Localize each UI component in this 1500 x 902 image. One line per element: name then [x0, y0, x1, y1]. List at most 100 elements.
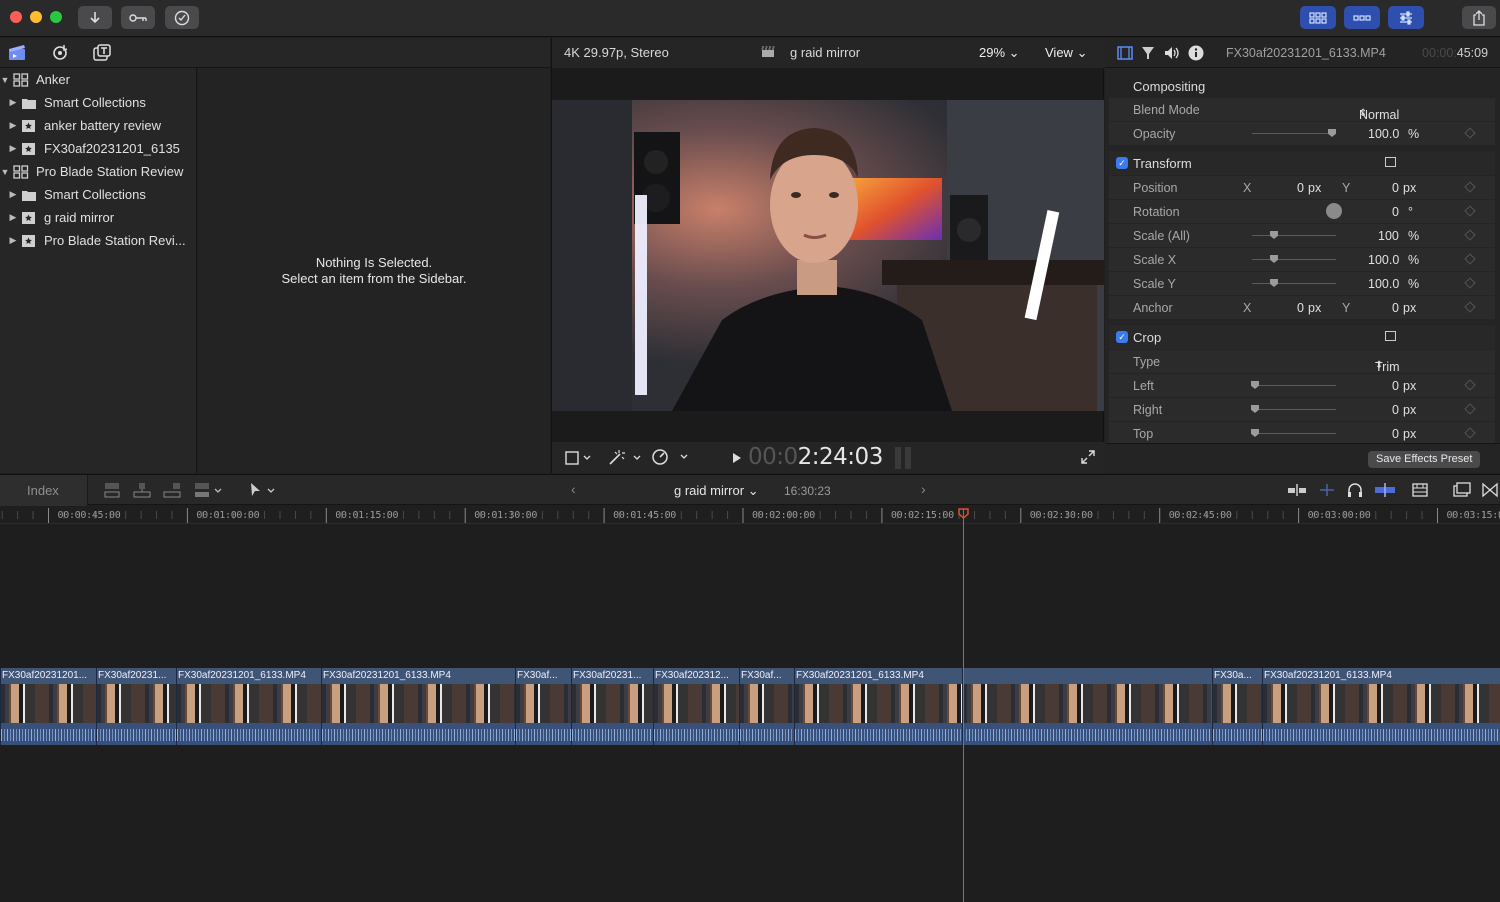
crop-right-slider[interactable] [1251, 405, 1336, 413]
skimming-button[interactable] [1287, 483, 1307, 497]
sidebar-library[interactable]: ▼ Pro Blade Station Review [0, 160, 197, 183]
sidebar-library[interactable]: ▼ Anker [0, 68, 197, 91]
scale-all-value[interactable]: 100 [1378, 229, 1399, 243]
timeline-clip[interactable]: FX30af20231201_6133.MP4 [176, 668, 321, 745]
sidebar-event[interactable]: ▶ g raid mirror [0, 206, 197, 229]
opacity-value[interactable]: 100.0 [1368, 127, 1399, 141]
show-inspector-button[interactable] [1388, 6, 1424, 29]
scale-y-value[interactable]: 100.0 [1368, 277, 1399, 291]
keywords-button[interactable] [121, 6, 155, 29]
share-button[interactable] [1462, 6, 1496, 29]
show-browser-button[interactable] [1300, 6, 1336, 29]
rotation-value[interactable]: 0 [1392, 205, 1399, 219]
history-back-button[interactable]: ‹ [571, 481, 576, 497]
view-menu[interactable]: View ⌄ [1045, 45, 1087, 61]
solo-button[interactable] [1347, 482, 1363, 498]
playhead-handle-icon[interactable] [958, 508, 969, 519]
scale-y-keyframe-icon[interactable] [1464, 277, 1476, 289]
close-window-button[interactable] [10, 11, 22, 23]
audio-inspector-tab[interactable] [1164, 46, 1180, 60]
import-button[interactable] [78, 6, 112, 29]
rotation-keyframe-icon[interactable] [1464, 205, 1476, 217]
insert-clip-button[interactable] [133, 481, 151, 499]
rotation-dial[interactable] [1326, 203, 1342, 219]
disclosure-closed-icon[interactable]: ▶ [8, 97, 18, 108]
connect-clip-button[interactable] [103, 481, 121, 499]
timeline-clip[interactable]: FX30af202312... [653, 668, 739, 745]
scale-all-slider[interactable] [1252, 231, 1336, 239]
crop-onscreen-icon[interactable] [1385, 331, 1396, 341]
timecode-display[interactable]: 00:02:24:03 [748, 444, 883, 470]
scale-y-slider[interactable] [1252, 279, 1336, 287]
sidebar-smart-collections[interactable]: ▶ Smart Collections [0, 91, 197, 114]
fullscreen-button[interactable] [1081, 450, 1095, 464]
transform-checkbox[interactable]: ✓ [1116, 157, 1128, 169]
zoom-window-button[interactable] [50, 11, 62, 23]
zoom-menu[interactable]: 29% ⌄ [979, 45, 1020, 61]
effects-browser-button[interactable] [1453, 482, 1471, 498]
timeline-clip[interactable]: FX30af... [739, 668, 794, 745]
anchor-x-value[interactable]: 0 [1297, 301, 1304, 315]
background-tasks-button[interactable] [165, 6, 199, 29]
show-timeline-button[interactable] [1344, 6, 1380, 29]
crop-top-value[interactable]: 0 [1392, 427, 1399, 441]
timeline-clip[interactable]: FX30af20231201... [0, 668, 96, 745]
audio-skimming-button[interactable] [1318, 483, 1336, 497]
anchor-y-value[interactable]: 0 [1392, 301, 1399, 315]
overwrite-clip-button[interactable] [193, 481, 225, 499]
crop-right-value[interactable]: 0 [1392, 403, 1399, 417]
crop-left-keyframe-icon[interactable] [1464, 379, 1476, 391]
scale-x-slider[interactable] [1252, 255, 1336, 263]
transform-section[interactable]: ✓ Transform [1109, 151, 1495, 175]
crop-left-value[interactable]: 0 [1392, 379, 1399, 393]
position-y-value[interactable]: 0 [1392, 181, 1399, 195]
clip-appearance-button[interactable] [1412, 482, 1428, 498]
snapping-button[interactable] [1374, 482, 1396, 498]
timeline-clip[interactable] [962, 668, 1212, 745]
disclosure-open-icon[interactable]: ▼ [0, 167, 10, 177]
enhance-button[interactable] [607, 448, 641, 466]
disclosure-closed-icon[interactable]: ▶ [8, 120, 18, 131]
scale-x-keyframe-icon[interactable] [1464, 253, 1476, 265]
opacity-keyframe-icon[interactable] [1464, 127, 1476, 139]
crop-top-keyframe-icon[interactable] [1464, 427, 1476, 439]
transform-onscreen-icon[interactable] [1385, 157, 1396, 167]
position-x-value[interactable]: 0 [1297, 181, 1304, 195]
scale-all-keyframe-icon[interactable] [1464, 229, 1476, 241]
position-keyframe-icon[interactable] [1464, 181, 1476, 193]
timeline-clip[interactable]: FX30af20231201_6133.MP4 [794, 668, 962, 745]
disclosure-closed-icon[interactable]: ▶ [8, 143, 18, 154]
timeline-clip[interactable]: FX30af20231... [571, 668, 653, 745]
libraries-tab[interactable] [8, 44, 26, 61]
photos-audio-tab[interactable] [51, 44, 69, 61]
video-inspector-tab[interactable] [1117, 46, 1133, 60]
sidebar-event[interactable]: ▶ anker battery review [0, 114, 197, 137]
scale-y-knob[interactable] [1270, 279, 1278, 287]
transitions-browser-button[interactable] [1482, 482, 1498, 498]
retime-button[interactable] [651, 448, 691, 466]
disclosure-open-icon[interactable]: ▼ [0, 75, 10, 85]
crop-right-keyframe-icon[interactable] [1464, 403, 1476, 415]
color-inspector-tab[interactable] [1141, 46, 1155, 60]
disclosure-closed-icon[interactable]: ▶ [8, 189, 18, 200]
crop-left-knob[interactable] [1251, 381, 1259, 389]
timeline-clip[interactable]: FX30af20231201_6133.MP4 [1262, 668, 1500, 745]
disclosure-closed-icon[interactable]: ▶ [8, 212, 18, 223]
append-clip-button[interactable] [163, 481, 181, 499]
titles-generators-tab[interactable] [93, 44, 111, 61]
crop-right-knob[interactable] [1251, 405, 1259, 413]
info-inspector-tab[interactable] [1188, 45, 1204, 61]
minimize-window-button[interactable] [30, 11, 42, 23]
opacity-slider[interactable] [1252, 129, 1336, 137]
scale-x-value[interactable]: 100.0 [1368, 253, 1399, 267]
timeline-clip[interactable]: FX30a... [1212, 668, 1262, 745]
anchor-keyframe-icon[interactable] [1464, 301, 1476, 313]
save-effects-preset-button[interactable]: Save Effects Preset [1368, 451, 1481, 468]
transform-tool-button[interactable] [564, 450, 594, 466]
opacity-slider-knob[interactable] [1328, 129, 1336, 137]
index-button[interactable]: Index [27, 483, 59, 498]
timeline-clip[interactable]: FX30af... [515, 668, 571, 745]
timeline-clip[interactable]: FX30af20231201_6133.MP4 [321, 668, 515, 745]
compositing-section[interactable]: Compositing [1109, 74, 1495, 98]
history-forward-button[interactable]: › [921, 481, 926, 497]
